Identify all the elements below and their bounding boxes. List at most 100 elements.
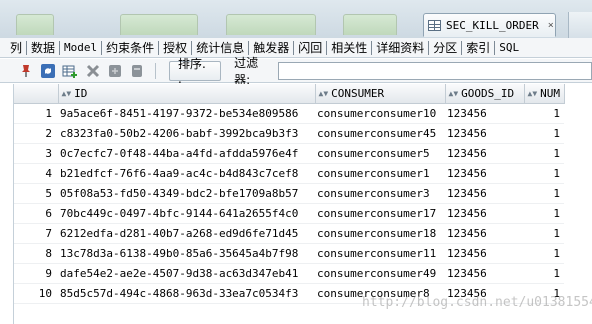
- id-cell[interactable]: 6212edfa-d281-40b7-a268-ed9d6fe71d45: [58, 223, 315, 244]
- num-cell[interactable]: 1: [524, 243, 564, 264]
- num-cell[interactable]: 1: [524, 203, 564, 224]
- row-number-cell[interactable]: 4: [14, 163, 58, 184]
- grid-header-row: ▲▼ ID ▲▼ CONSUMER ▲▼ GOODS_ID ▲▼ NUM: [14, 84, 565, 104]
- sort-icon[interactable]: ▲▼: [528, 89, 538, 98]
- row-number-cell[interactable]: 3: [14, 143, 58, 164]
- consumer-cell[interactable]: consumerconsumer5: [315, 143, 445, 164]
- consumer-cell[interactable]: consumerconsumer17: [315, 203, 445, 224]
- tab-menu-item[interactable]: SQL: [495, 41, 523, 54]
- row-number-cell[interactable]: 7: [14, 223, 58, 244]
- row-number-cell[interactable]: 10: [14, 283, 58, 304]
- goods-id-cell[interactable]: 123456: [445, 163, 524, 184]
- table-row[interactable]: 6 70bc449c-0497-4bfc-9144-641a2655f4c0 con…: [14, 203, 564, 224]
- column-header-num[interactable]: ▲▼ NUM: [524, 84, 565, 104]
- pin-icon[interactable]: [17, 62, 34, 80]
- goods-id-cell[interactable]: 123456: [445, 143, 524, 164]
- consumer-cell[interactable]: consumerconsumer11: [315, 243, 445, 264]
- results-grid: ▲▼ ID ▲▼ CONSUMER ▲▼ GOODS_ID ▲▼ NUM 1 9a5ace…: [13, 84, 592, 324]
- tab-menu-item[interactable]: Model: [60, 41, 101, 54]
- goods-id-cell[interactable]: 123456: [445, 223, 524, 244]
- tab-menu-item[interactable]: 闪回: [294, 39, 326, 56]
- consumer-cell[interactable]: consumerconsumer10: [315, 103, 445, 124]
- num-cell[interactable]: 1: [524, 103, 564, 124]
- tab-menu-item[interactable]: 索引: [462, 39, 494, 56]
- tab-menu-item[interactable]: 列: [6, 39, 26, 56]
- background-tab[interactable]: [120, 14, 198, 35]
- consumer-cell[interactable]: consumerconsumer49: [315, 263, 445, 284]
- num-cell[interactable]: 1: [524, 143, 564, 164]
- num-cell[interactable]: 1: [524, 163, 564, 184]
- tab-menu-item[interactable]: 数据: [27, 39, 59, 56]
- data-toolbar: 排序. . 过滤器:: [0, 56, 592, 87]
- id-cell[interactable]: 70bc449c-0497-4bfc-9144-641a2655f4c0: [58, 203, 315, 224]
- tab-menu-item[interactable]: 约束条件: [102, 39, 158, 56]
- id-cell[interactable]: 9a5ace6f-8451-4197-9372-be534e809586: [58, 103, 315, 124]
- background-tab[interactable]: [16, 14, 54, 35]
- row-number-cell[interactable]: 5: [14, 183, 58, 204]
- tab-sec-kill-order[interactable]: SEC_KILL_ORDER ×: [423, 13, 556, 37]
- close-icon[interactable]: ×: [548, 20, 554, 31]
- table-row[interactable]: 3 0c7ecfc7-0f48-44ba-a4fd-afdda5976e4f con…: [14, 143, 564, 164]
- goods-id-cell[interactable]: 123456: [445, 203, 524, 224]
- background-tab[interactable]: [343, 14, 397, 35]
- sort-icon[interactable]: ▲▼: [319, 89, 329, 98]
- row-number-cell[interactable]: 2: [14, 123, 58, 144]
- num-cell[interactable]: 1: [524, 183, 564, 204]
- tab-scroll-area: [568, 12, 592, 38]
- background-tab[interactable]: [226, 14, 316, 35]
- table-row[interactable]: 4 b21edfcf-76f6-4aa9-ac4c-b4d843c7cef8 con…: [14, 163, 564, 184]
- id-cell[interactable]: 05f08a53-fd50-4349-bdc2-bfe1709a8b57: [58, 183, 315, 204]
- delete-row-icon[interactable]: [84, 62, 101, 80]
- tab-menu-item[interactable]: 详细资料: [372, 39, 428, 56]
- id-cell[interactable]: b21edfcf-76f6-4aa9-ac4c-b4d843c7cef8: [58, 163, 315, 184]
- sort-icon[interactable]: ▲▼: [62, 89, 72, 98]
- filter-input[interactable]: [277, 61, 592, 80]
- insert-row-icon[interactable]: [62, 62, 79, 80]
- watermark: http://blog.csdn.net/u013815546: [362, 295, 592, 310]
- filter-label: 过滤器:: [234, 55, 259, 87]
- num-cell[interactable]: 1: [524, 123, 564, 144]
- id-cell[interactable]: 13c78d3a-6138-49b0-85a6-35645a4b7f98: [58, 243, 315, 264]
- column-header-goods-id[interactable]: ▲▼ GOODS_ID: [445, 84, 525, 104]
- consumer-cell[interactable]: consumerconsumer18: [315, 223, 445, 244]
- rollback-icon[interactable]: [129, 62, 146, 80]
- table-row[interactable]: 9 dafe54e2-ae2e-4507-9d38-ac63d347eb41 con…: [14, 263, 564, 284]
- goods-id-cell[interactable]: 123456: [445, 103, 524, 124]
- id-cell[interactable]: 0c7ecfc7-0f48-44ba-a4fd-afdda5976e4f: [58, 143, 315, 164]
- id-cell[interactable]: 85d5c57d-494c-4868-963d-33ea7c0534f3: [58, 283, 315, 304]
- refresh-icon[interactable]: [39, 62, 56, 80]
- row-number-cell[interactable]: 8: [14, 243, 58, 264]
- row-number-header: [14, 84, 59, 104]
- table-row[interactable]: 2 c8323fa0-50b2-4206-babf-3992bca9b3f3 con…: [14, 123, 564, 144]
- sort-button[interactable]: 排序. .: [169, 57, 222, 86]
- column-header-id[interactable]: ▲▼ ID: [58, 84, 316, 104]
- id-cell[interactable]: dafe54e2-ae2e-4507-9d38-ac63d347eb41: [58, 263, 315, 284]
- editor-tab-strip: SEC_KILL_ORDER ×: [0, 0, 592, 39]
- row-number-cell[interactable]: 6: [14, 203, 58, 224]
- goods-id-cell[interactable]: 123456: [445, 183, 524, 204]
- sort-icon[interactable]: ▲▼: [449, 89, 459, 98]
- table-icon: [428, 19, 441, 31]
- table-row[interactable]: 8 13c78d3a-6138-49b0-85a6-35645a4b7f98 con…: [14, 243, 564, 264]
- tab-menu-item[interactable]: 分区: [429, 39, 461, 56]
- tab-menu-item[interactable]: 授权: [159, 39, 191, 56]
- consumer-cell[interactable]: consumerconsumer3: [315, 183, 445, 204]
- id-cell[interactable]: c8323fa0-50b2-4206-babf-3992bca9b3f3: [58, 123, 315, 144]
- goods-id-cell[interactable]: 123456: [445, 243, 524, 264]
- tab-menu-item[interactable]: 相关性: [327, 39, 371, 56]
- goods-id-cell[interactable]: 123456: [445, 263, 524, 284]
- column-header-consumer[interactable]: ▲▼ CONSUMER: [315, 84, 446, 104]
- num-cell[interactable]: 1: [524, 223, 564, 244]
- consumer-cell[interactable]: consumerconsumer1: [315, 163, 445, 184]
- table-row[interactable]: 1 9a5ace6f-8451-4197-9372-be534e809586 con…: [14, 103, 564, 124]
- table-row[interactable]: 5 05f08a53-fd50-4349-bdc2-bfe1709a8b57 con…: [14, 183, 564, 204]
- commit-icon[interactable]: [106, 62, 123, 80]
- goods-id-cell[interactable]: 123456: [445, 123, 524, 144]
- tab-title: SEC_KILL_ORDER: [446, 18, 539, 32]
- row-number-cell[interactable]: 9: [14, 263, 58, 284]
- table-row[interactable]: 7 6212edfa-d281-40b7-a268-ed9d6fe71d45 con…: [14, 223, 564, 244]
- num-cell[interactable]: 1: [524, 263, 564, 284]
- row-number-cell[interactable]: 1: [14, 103, 58, 124]
- consumer-cell[interactable]: consumerconsumer45: [315, 123, 445, 144]
- toolbar-separator: [155, 62, 157, 79]
